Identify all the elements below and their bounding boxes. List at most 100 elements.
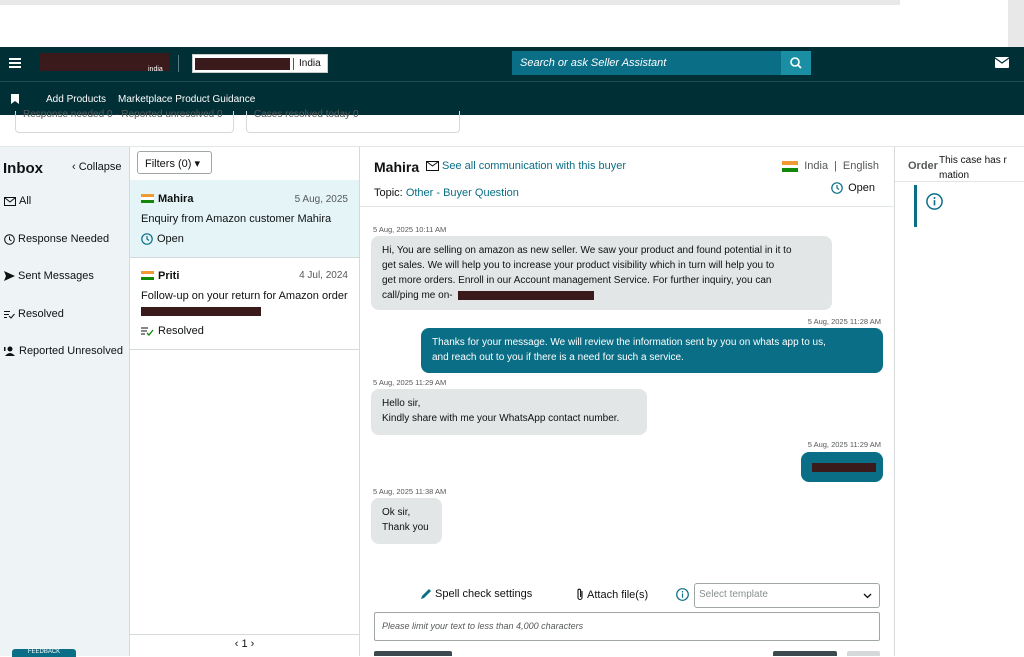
india-flag-icon — [141, 194, 154, 203]
sidebar-item-label: Sent Messages — [18, 270, 94, 282]
info-icon — [926, 193, 943, 210]
message-line: Hi, You are selling on amazon as new sel… — [382, 245, 792, 256]
message-bubble-incoming: Hello sir, Kindly share with me your Wha… — [371, 389, 647, 435]
info-alert — [914, 185, 1024, 227]
topic-line: Topic: Other - Buyer Question — [374, 187, 519, 199]
india-flag-icon — [141, 271, 154, 280]
locale-country: India — [804, 160, 829, 172]
message-line: and reach out to you if there is a need … — [432, 352, 684, 363]
chevron-left-icon: ‹ — [72, 161, 76, 173]
info-line: mation — [939, 170, 970, 181]
info-icon[interactable] — [676, 588, 689, 601]
topic-link[interactable]: Other - Buyer Question — [406, 187, 519, 199]
sidebar-item-response-needed[interactable]: Response Needed — [4, 233, 109, 245]
store-selector[interactable]: India — [192, 54, 328, 73]
logo-sub: india — [148, 66, 163, 73]
next-page-icon[interactable]: › — [251, 638, 255, 650]
number-redacted — [812, 463, 876, 472]
conversation-status: Resolved — [141, 325, 204, 337]
page-number[interactable]: 1 — [241, 638, 247, 650]
attach-files-link[interactable]: Attach file(s) — [576, 588, 648, 601]
status-badge: Open — [831, 182, 875, 194]
see-all-link[interactable]: See all communication with this buyer — [426, 160, 626, 172]
pagination: ‹ 1 › — [130, 634, 359, 656]
message-bubble-incoming: Ok sir, Thank you — [371, 498, 442, 544]
clock-icon — [4, 233, 15, 245]
filters-dropdown[interactable]: Filters (0) ▾ — [137, 151, 212, 174]
paperclip-icon — [577, 588, 583, 601]
locale-sep: | — [834, 160, 837, 172]
conversation-status: Open — [141, 233, 184, 245]
info-line: This case has r — [939, 155, 1007, 166]
see-all-label: See all communication with this buyer — [442, 160, 627, 172]
message-timestamp: 5 Aug, 2025 10:11 AM — [373, 225, 447, 234]
mail-icon — [4, 196, 16, 206]
header-divider — [360, 206, 895, 207]
seller-header: india India Search or ask Seller Assista… — [0, 47, 1024, 81]
message-bubble-outgoing — [801, 452, 883, 482]
action-button[interactable] — [773, 651, 837, 656]
template-placeholder: Select template — [699, 589, 768, 600]
buyer-name: Mahira — [374, 159, 420, 175]
search-button[interactable] — [781, 51, 811, 75]
spell-check-link[interactable]: Spell check settings — [420, 588, 532, 600]
chevron-down-icon: ▾ — [194, 158, 201, 170]
info-alert-text: This case has r mation — [939, 153, 1007, 183]
message-line-text: call/ping me on- — [382, 290, 453, 301]
template-select[interactable]: Select template — [694, 583, 880, 608]
conversation-item[interactable]: Priti 4 Jul, 2024 Follow-up on your retu… — [130, 258, 359, 350]
summary-card-resolved[interactable]: Cases resolved today 0 — [246, 109, 460, 133]
store-divider — [293, 58, 294, 70]
clock-icon — [831, 182, 843, 194]
hamburger-menu-icon[interactable] — [9, 58, 21, 68]
sidebar-item-label: Response Needed — [18, 233, 110, 245]
message-timestamp: 5 Aug, 2025 11:28 AM — [807, 317, 881, 326]
message-line: Hello sir, — [382, 398, 421, 409]
message-line: Thank you — [382, 522, 429, 533]
phone-redacted — [457, 290, 594, 300]
chevron-down-icon — [863, 593, 872, 599]
sidebar-item-all[interactable]: All — [0, 185, 130, 217]
summary-card-responses[interactable]: Response needed 0 · Reported unresolved … — [15, 109, 234, 133]
order-id-redacted — [141, 307, 261, 316]
sidebar-item-label: Resolved — [18, 308, 64, 320]
order-panel-title: Order — [908, 160, 938, 172]
message-line: Ok sir, — [382, 507, 411, 518]
locale-language: English — [842, 160, 879, 172]
nav-marketplace-guidance[interactable]: Marketplace Product Guidance — [118, 94, 255, 105]
sidebar-item-label: All — [19, 195, 32, 207]
resolved-icon — [4, 310, 15, 319]
message-compose-input[interactable]: Please limit your text to less than 4,00… — [374, 612, 880, 641]
message-line: call/ping me on- — [382, 288, 821, 303]
send-button[interactable] — [374, 651, 452, 656]
inbox-title: Inbox — [3, 160, 43, 177]
sidebar-item-resolved[interactable]: Resolved — [4, 308, 64, 320]
status-label: Open — [157, 233, 184, 245]
bookmark-icon[interactable] — [11, 94, 19, 104]
attach-label: Attach file(s) — [587, 588, 649, 601]
browser-top-strip — [0, 0, 1024, 47]
mail-icon[interactable] — [995, 57, 1009, 68]
buyer-locale: India | English — [782, 160, 879, 172]
filters-label: Filters (0) — [145, 158, 192, 170]
sidebar-item-sent[interactable]: Sent Messages — [4, 270, 94, 282]
message-bubble-outgoing: Thanks for your message. We will review … — [421, 328, 883, 373]
search-icon — [790, 57, 802, 69]
collapse-button[interactable]: ‹ Collapse — [72, 161, 122, 173]
store-country: India — [299, 58, 321, 69]
person-report-icon — [4, 346, 15, 356]
search-input[interactable]: Search or ask Seller Assistant — [512, 51, 781, 75]
message-thread: Mahira See all communication with this b… — [360, 147, 895, 656]
sidebar-item-label: Reported Unresolved — [19, 345, 123, 357]
conversation-date: 4 Jul, 2024 — [299, 270, 348, 281]
message-timestamp: 5 Aug, 2025 11:29 AM — [807, 440, 881, 449]
nav-add-products[interactable]: Add Products — [46, 94, 106, 105]
india-flag-icon — [782, 160, 799, 172]
conversation-item[interactable]: Mahira 5 Aug, 2025 Enquiry from Amazon c… — [130, 180, 359, 258]
message-line: Kindly share with me your WhatsApp conta… — [382, 413, 620, 424]
secondary-button[interactable] — [847, 651, 880, 656]
message-line: get more orders. Enroll in our Account m… — [382, 275, 772, 286]
spell-check-label: Spell check settings — [435, 588, 533, 600]
sidebar-item-reported-unresolved[interactable]: Reported Unresolved — [4, 345, 123, 357]
order-panel: Order This case has r mation — [895, 147, 1024, 656]
